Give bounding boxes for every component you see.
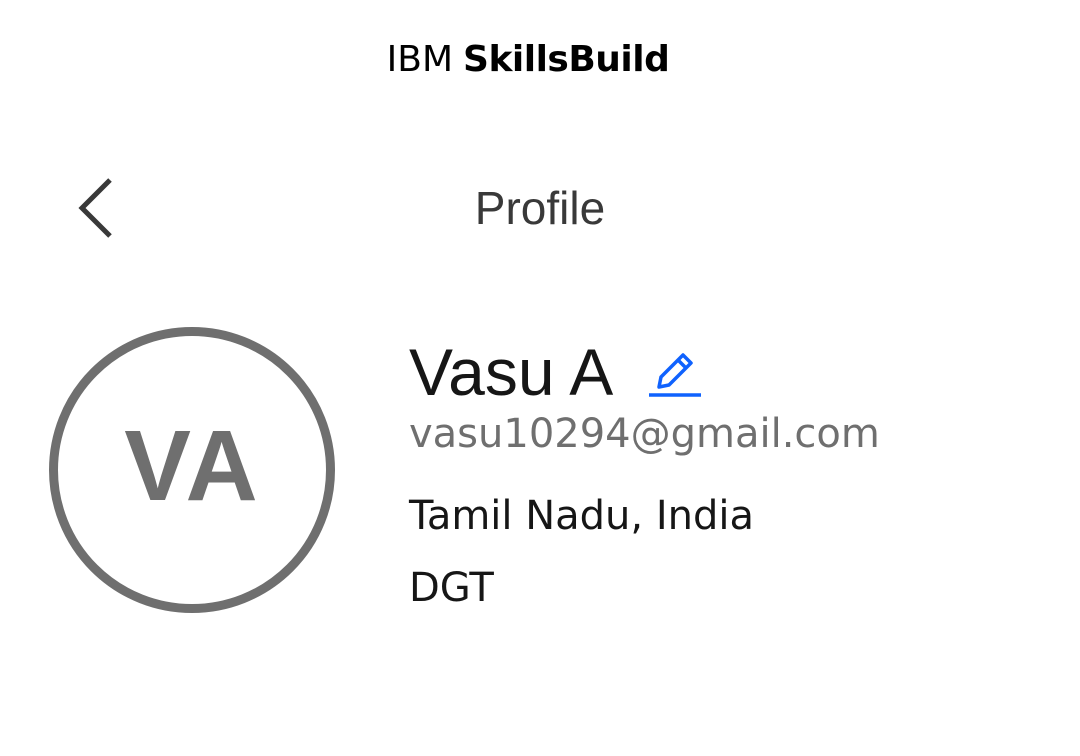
pencil-edit-icon [649, 353, 702, 397]
avatar: VA [49, 327, 335, 613]
page-title: Profile [474, 182, 606, 234]
brand-product: SkillsBuild [463, 39, 670, 80]
brand-prefix: IBM [386, 39, 454, 80]
profile-info: Vasu A vasu10294@gmail.com Tamil Nadu, I… [409, 332, 1049, 614]
user-organization: DGT [409, 565, 494, 611]
user-name: Vasu A [409, 335, 614, 409]
user-email: vasu10294@gmail.com [409, 411, 880, 457]
brand-logo: IBM SkillsBuild [0, 38, 1056, 82]
avatar-initials: VA [124, 410, 260, 522]
edit-name-button[interactable] [647, 341, 703, 397]
user-location: Tamil Nadu, India [409, 493, 754, 539]
name-row: Vasu A [409, 332, 1049, 412]
